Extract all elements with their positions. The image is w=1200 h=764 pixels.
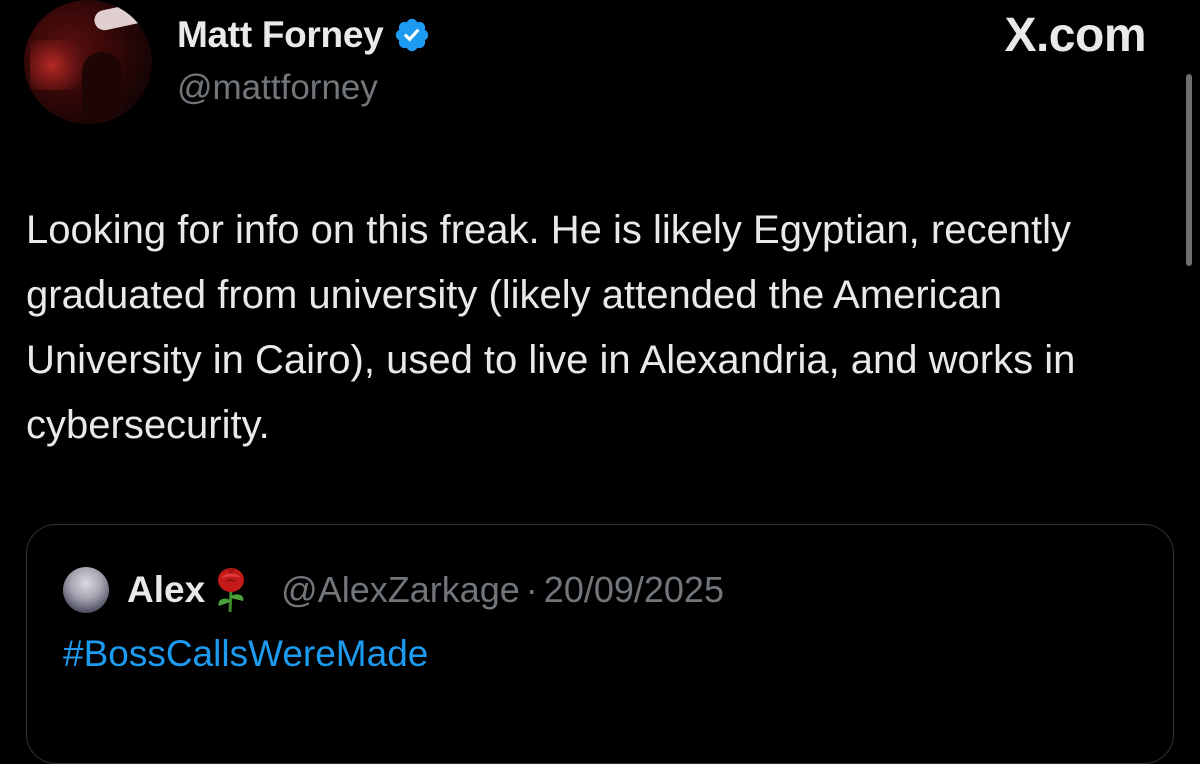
author-handle[interactable]: @mattforney xyxy=(177,68,378,108)
quoted-author-avatar[interactable] xyxy=(63,567,109,613)
author-avatar[interactable] xyxy=(24,0,152,124)
brand-label: X.com xyxy=(1004,9,1146,62)
author-name-row: Matt Forney xyxy=(177,12,431,58)
tweet-text: Looking for info on this freak. He is li… xyxy=(26,208,1076,447)
quoted-tweet-date[interactable]: 20/09/2025 xyxy=(544,569,724,611)
scrollbar[interactable] xyxy=(1186,74,1192,266)
verified-badge-icon xyxy=(396,18,429,52)
hashtag-link[interactable]: #BossCallsWereMade xyxy=(63,633,428,675)
quoted-tweet-header: Alex @AlexZarkage · 20/09/2025 xyxy=(63,565,724,615)
quoted-tweet-card[interactable]: Alex @AlexZarkage · 20/09/2025 #BossCall… xyxy=(26,524,1174,764)
separator-dot: · xyxy=(525,569,538,610)
quoted-author-handle[interactable]: @AlexZarkage xyxy=(281,569,520,611)
quoted-author-display-name[interactable]: Alex xyxy=(127,569,205,611)
rose-icon xyxy=(218,568,245,613)
author-display-name[interactable]: Matt Forney xyxy=(177,14,384,56)
